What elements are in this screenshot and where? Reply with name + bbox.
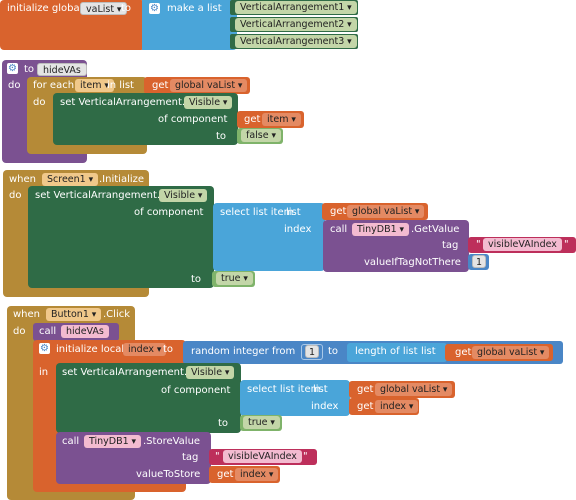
value-to-store-label: valueToStore — [136, 469, 201, 480]
set-label: set VerticalArrangement. — [35, 190, 161, 201]
do-label: do — [9, 190, 22, 201]
get-label: get — [152, 80, 169, 91]
of-component-label: of component — [158, 114, 228, 125]
make-a-list-label: make a list — [167, 3, 222, 14]
storevalue-label: .StoreValue — [143, 436, 201, 447]
random-to-label: to — [328, 346, 339, 357]
get-label: get — [244, 114, 261, 125]
component-dropdown-2[interactable]: VerticalArrangement2 — [235, 18, 357, 31]
initialize-local-label: initialize local — [56, 344, 125, 355]
for-do-label: do — [33, 97, 46, 108]
get-label: get — [330, 206, 347, 217]
length-of-list-label: length of list — [355, 346, 418, 357]
screen-dropdown[interactable]: Screen1 — [42, 173, 99, 186]
false-dropdown[interactable]: false — [241, 129, 281, 142]
global-var-dropdown[interactable]: global vaList — [472, 346, 550, 359]
component-dropdown-3[interactable]: VerticalArrangement3 — [235, 35, 357, 48]
item-ref-dropdown[interactable]: item — [262, 113, 301, 126]
to-label: to — [218, 418, 229, 429]
button-dropdown[interactable]: Button1 — [46, 308, 102, 321]
proc-name-field[interactable]: hideVAs — [37, 63, 87, 76]
global-var-dropdown[interactable]: global vaList — [347, 205, 425, 218]
event-label: .Initialize — [99, 174, 145, 185]
get-label: get — [455, 347, 472, 358]
set-label: set VerticalArrangement. — [62, 367, 188, 378]
set-label: set VerticalArrangement. — [60, 97, 186, 108]
number-field[interactable]: 1 — [472, 255, 487, 268]
random-integer-label: random integer from — [191, 346, 296, 357]
event-label: .Click — [103, 309, 131, 320]
tag-label: tag — [182, 452, 199, 463]
to-label: to — [191, 274, 202, 285]
local-var-field[interactable]: index — [123, 343, 167, 356]
get-label: get — [217, 469, 234, 480]
tag-label: tag — [442, 240, 459, 251]
to-label: to — [121, 3, 132, 14]
getvalue-label: .GetValue — [411, 224, 460, 235]
property-dropdown[interactable]: Visible — [159, 189, 208, 202]
gear-mutator-icon[interactable]: ⚙ — [149, 3, 160, 14]
in-list-label: in list — [107, 80, 134, 91]
quote-open-icon: " — [476, 239, 481, 250]
property-dropdown[interactable]: Visible — [184, 96, 233, 109]
select-list-item-label: select list item — [220, 207, 294, 218]
when-label: when — [9, 174, 37, 185]
true-dropdown[interactable]: true — [216, 272, 253, 285]
call-label: call — [39, 326, 57, 337]
when-label: when — [13, 309, 41, 320]
call-label: call — [62, 436, 80, 447]
call-label: call — [330, 224, 348, 235]
get-label: get — [357, 401, 374, 412]
of-component-label: of component — [134, 207, 204, 218]
list-label: list — [286, 207, 301, 218]
global-var-dropdown-2[interactable]: global vaList — [375, 383, 453, 396]
do-label: do — [13, 326, 26, 337]
tag-text-field[interactable]: visibleVAIndex — [483, 238, 562, 251]
init-global-label: initialize global — [7, 3, 83, 14]
proc-to-label: to — [24, 64, 35, 75]
tinydb-dropdown[interactable]: TinyDB1 — [352, 223, 410, 236]
select-list-item-label: select list item — [247, 384, 321, 395]
of-component-label: of component — [161, 385, 231, 396]
index-ref-dropdown-2[interactable]: index — [235, 468, 279, 481]
index-label: index — [311, 401, 339, 412]
tag-text-field[interactable]: visibleVAIndex — [223, 450, 302, 463]
quote-close-icon: " — [303, 451, 308, 462]
tinydb-dropdown[interactable]: TinyDB1 — [84, 435, 142, 448]
to-label: to — [216, 131, 227, 142]
quote-open-icon: " — [215, 451, 220, 462]
index-ref-dropdown[interactable]: index — [375, 400, 419, 413]
component-dropdown-1[interactable]: VerticalArrangement1 — [235, 1, 357, 14]
in-label: in — [39, 367, 49, 378]
quote-close-icon: " — [564, 239, 569, 250]
property-dropdown[interactable]: Visible — [186, 366, 235, 379]
value-if-tag-not-there-label: valueIfTagNotThere — [364, 257, 461, 268]
gear-mutator-icon[interactable]: ⚙ — [7, 63, 18, 74]
get-label: get — [357, 384, 374, 395]
index-label: index — [284, 224, 312, 235]
list-label: list — [313, 384, 328, 395]
gear-mutator-icon[interactable]: ⚙ — [39, 343, 50, 354]
global-var-dropdown[interactable]: global vaList — [170, 79, 248, 92]
proc-do-label: do — [8, 80, 21, 91]
for-each-label: for each — [33, 80, 75, 91]
true-dropdown[interactable]: true — [243, 416, 280, 429]
init-to-label: to — [163, 344, 174, 355]
proc-name-label: hideVAs — [61, 325, 109, 338]
from-number-field[interactable]: 1 — [305, 345, 320, 358]
length-list-label: list — [421, 346, 436, 357]
